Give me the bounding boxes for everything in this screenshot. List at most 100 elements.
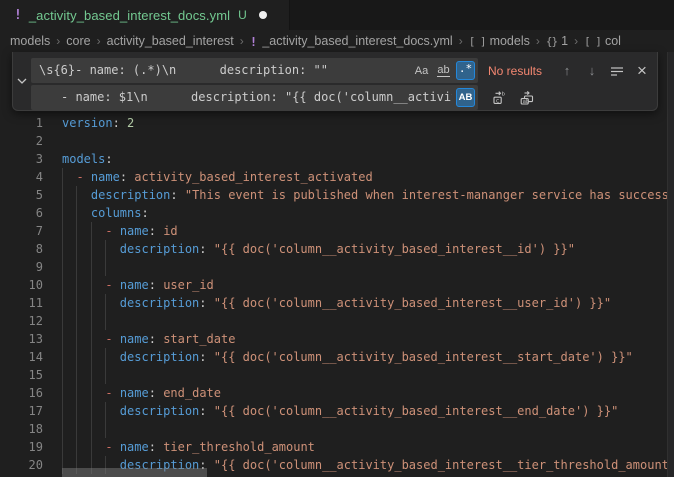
code-line[interactable]: 7 - name: id [0, 222, 667, 240]
tab-active-file[interactable]: ! _activity_based_interest_docs.yml U [0, 0, 290, 30]
code-line[interactable]: 16 - name: end_date [0, 384, 667, 402]
code-line[interactable]: 3models: [0, 150, 667, 168]
code-line[interactable]: 15 [0, 366, 667, 384]
line-number: 14 [0, 348, 43, 366]
line-content: - name: start_date [62, 330, 235, 348]
breadcrumb-item[interactable]: ! _activity_based_interest_docs.yml [250, 34, 453, 49]
vscode-window: ! _activity_based_interest_docs.yml U mo… [0, 0, 674, 477]
replace-button[interactable]: c b [488, 87, 510, 109]
code-line[interactable]: 9 [0, 258, 667, 276]
breadcrumb-separator-icon: › [574, 34, 578, 48]
breadcrumb-item[interactable]: {}1 [546, 34, 568, 48]
breadcrumb-item[interactable]: [ ]models [469, 34, 530, 48]
git-untracked-badge: U [238, 8, 247, 22]
line-number: 4 [0, 168, 43, 186]
code-line[interactable]: 19 - name: tier_threshold_amount [0, 438, 667, 456]
line-number: 6 [0, 204, 43, 222]
breadcrumb-label: _activity_based_interest_docs.yml [262, 34, 452, 48]
toggle-replace-button[interactable] [13, 52, 31, 110]
replace-all-button[interactable]: ab [516, 87, 538, 109]
code-line[interactable]: 12 [0, 312, 667, 330]
code-line[interactable]: 4 - name: activity_based_interest_activa… [0, 168, 667, 186]
line-number: 15 [0, 366, 43, 384]
find-input[interactable]: \s{6}- name: (.*)\n description: "" Aa a… [31, 58, 478, 83]
line-content: columns: [62, 204, 149, 222]
line-number: 18 [0, 420, 43, 438]
code-line[interactable]: 5 description: "This event is published … [0, 186, 667, 204]
line-content: version: 2 [62, 114, 134, 132]
close-find-button[interactable]: × [631, 60, 653, 82]
code-line[interactable]: 1 version: 2 [0, 114, 667, 132]
code-line[interactable]: 18 [0, 420, 667, 438]
close-icon: × [637, 62, 647, 79]
svg-text:b: b [502, 91, 505, 97]
code-line[interactable]: 2 [0, 132, 667, 150]
line-content: - name: activity_based_interest_activate… [62, 168, 373, 186]
breadcrumb-item[interactable]: models [10, 34, 50, 48]
line-number: 7 [0, 222, 43, 240]
replace-input[interactable]: - name: $1\n description: "{{ doc('colum… [31, 85, 478, 110]
code-line[interactable]: 14 description: "{{ doc('column__activit… [0, 348, 667, 366]
breadcrumb-separator-icon: › [97, 34, 101, 48]
yaml-file-icon: ! [14, 8, 22, 23]
line-content: description: "{{ doc('column__activity_b… [62, 402, 618, 420]
line-number: 20 [0, 456, 43, 474]
line-content: models: [62, 150, 113, 168]
breadcrumb-item[interactable]: core [66, 34, 90, 48]
code-viewport[interactable]: 1 version: 223models:4 - name: activity_b… [0, 114, 667, 477]
find-replace-widget: \s{6}- name: (.*)\n description: "" Aa a… [12, 52, 658, 111]
arrow-down-icon: ↓ [589, 63, 596, 78]
code-line[interactable]: 8 description: "{{ doc('column__activity… [0, 240, 667, 258]
symbol-array-icon: [ ] [469, 35, 486, 48]
breadcrumb-item[interactable]: [ ]col [584, 34, 621, 48]
tab-bar: ! _activity_based_interest_docs.yml U [0, 0, 674, 30]
replace-all-icon: ab [519, 90, 535, 106]
preserve-case-toggle[interactable]: AB [456, 88, 475, 107]
editor-area[interactable]: 1 version: 223models:4 - name: activity_b… [0, 52, 674, 477]
breadcrumb-label: core [66, 34, 90, 48]
line-content: description: "{{ doc('column__activity_b… [62, 294, 611, 312]
line-number: 9 [0, 258, 43, 276]
line-number: 12 [0, 312, 43, 330]
line-number: 8 [0, 240, 43, 258]
find-in-selection-button[interactable] [606, 60, 628, 82]
line-number: 19 [0, 438, 43, 456]
line-number: 10 [0, 276, 43, 294]
line-number: 5 [0, 186, 43, 204]
line-content: description: "{{ doc('column__activity_b… [62, 348, 633, 366]
match-case-toggle[interactable]: Aa [412, 61, 431, 80]
modified-dot-icon[interactable] [259, 11, 267, 19]
breadcrumb-separator-icon: › [459, 34, 463, 48]
find-query-text: \s{6}- name: (.*)\n description: "" [39, 58, 410, 83]
next-match-button[interactable]: ↓ [581, 60, 603, 82]
breadcrumb-label: models [10, 34, 50, 48]
scrollbar-gutter[interactable] [667, 52, 674, 477]
code-line[interactable]: 17 description: "{{ doc('column__activit… [0, 402, 667, 420]
arrow-up-icon: ↑ [564, 63, 571, 78]
breadcrumb: models › core › activity_based_interest ›! _ac… [0, 30, 674, 52]
whole-word-toggle[interactable]: ab [434, 61, 453, 80]
line-content: - name: tier_threshold_amount [62, 438, 315, 456]
svg-text:c: c [496, 97, 500, 104]
breadcrumb-item[interactable]: activity_based_interest [107, 34, 234, 48]
breadcrumb-separator-icon: › [56, 34, 60, 48]
code-line[interactable]: 6 columns: [0, 204, 667, 222]
code-line[interactable]: 10 - name: user_id [0, 276, 667, 294]
breadcrumb-label: activity_based_interest [107, 34, 234, 48]
svg-text:ab: ab [523, 99, 530, 105]
replace-value-text: - name: $1\n description: "{{ doc('colum… [39, 85, 452, 110]
line-number: 16 [0, 384, 43, 402]
code-line[interactable]: 13 - name: start_date [0, 330, 667, 348]
yaml-file-icon: ! [250, 34, 258, 49]
regex-toggle[interactable]: .* [456, 61, 475, 80]
horizontal-scrollbar[interactable] [62, 468, 207, 477]
line-number: 17 [0, 402, 43, 420]
line-content: - name: user_id [62, 276, 214, 294]
line-number: 1 [0, 114, 43, 132]
line-number: 11 [0, 294, 43, 312]
line-content: - name: end_date [62, 384, 221, 402]
previous-match-button[interactable]: ↑ [556, 60, 578, 82]
chevron-down-icon [16, 77, 28, 85]
breadcrumb-separator-icon: › [240, 34, 244, 48]
code-line[interactable]: 11 description: "{{ doc('column__activit… [0, 294, 667, 312]
